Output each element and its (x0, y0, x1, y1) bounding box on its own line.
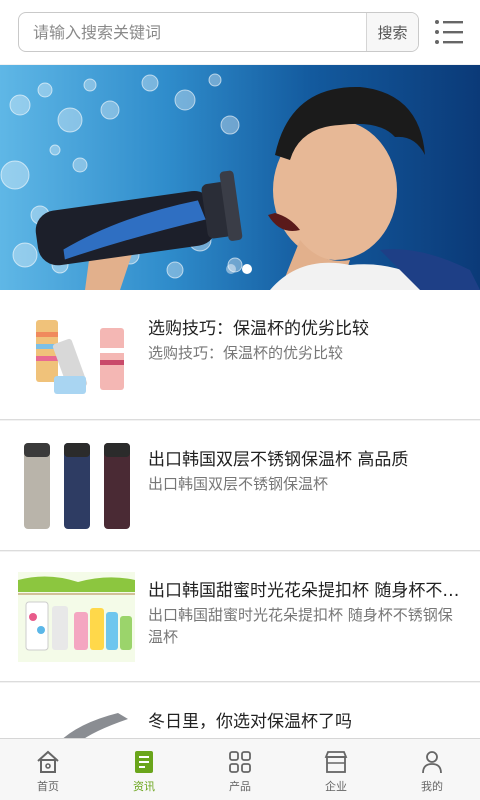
article-title[interactable]: 出口韩国甜蜜时光花朵提扣杯 随身杯不锈钢保温杯 (148, 576, 460, 601)
article-description: 出口韩国双层不锈钢保温杯 (148, 475, 329, 493)
nav-home[interactable]: 首页 (0, 739, 96, 800)
nav-label: 我的 (421, 780, 443, 793)
grid-icon (229, 751, 251, 773)
top-bar: 搜索 (0, 0, 480, 64)
carousel-dot[interactable] (226, 264, 236, 274)
list-item[interactable]: 冬日里，你选对保温杯了吗 (0, 683, 480, 743)
store-icon (324, 751, 348, 773)
article-thumbnail (18, 310, 135, 400)
article-thumbnail (18, 441, 135, 531)
article-title[interactable]: 冬日里，你选对保温杯了吗 (148, 707, 460, 732)
nav-label: 企业 (325, 780, 347, 793)
carousel-indicator (226, 264, 252, 274)
user-icon (422, 751, 442, 774)
search-box: 搜索 (18, 12, 419, 52)
article-thumbnail (18, 572, 135, 662)
article-thumbnail (18, 703, 135, 743)
nav-products[interactable]: 产品 (192, 739, 288, 800)
article-title[interactable]: 选购技巧：保温杯的优劣比较 (148, 314, 460, 339)
nav-profile[interactable]: 我的 (384, 739, 480, 800)
home-icon (37, 750, 59, 773)
article-description: 选购技巧：保温杯的优劣比较 (148, 344, 344, 362)
nav-news[interactable]: 资讯 (96, 739, 192, 800)
nav-label: 资讯 (133, 780, 155, 793)
list-item[interactable]: 选购技巧：保温杯的优劣比较 选购技巧：保温杯的优劣比较 (0, 290, 480, 420)
search-button[interactable]: 搜索 (366, 13, 418, 51)
nav-label: 产品 (229, 780, 251, 793)
bottom-nav: 首页 资讯 产品 企业 我的 (0, 738, 480, 800)
banner-image (0, 73, 480, 290)
nav-company[interactable]: 企业 (288, 739, 384, 800)
article-title[interactable]: 出口韩国双层不锈钢保温杯 高品质 (148, 445, 460, 470)
list-item[interactable]: 出口韩国甜蜜时光花朵提扣杯 随身杯不锈钢保温杯 出口韩国甜蜜时光花朵提扣杯 随身… (0, 552, 480, 682)
list-item[interactable]: 出口韩国双层不锈钢保温杯 高品质 出口韩国双层不锈钢保温杯 (0, 421, 480, 551)
nav-label: 首页 (37, 780, 59, 793)
search-input[interactable] (19, 13, 367, 51)
news-icon (135, 751, 153, 773)
article-description: 出口韩国甜蜜时光花朵提扣杯 随身杯不锈钢保温杯 (148, 606, 453, 646)
banner-carousel[interactable] (0, 65, 480, 290)
carousel-dot-active[interactable] (242, 264, 252, 274)
list-menu-icon[interactable] (434, 18, 464, 46)
